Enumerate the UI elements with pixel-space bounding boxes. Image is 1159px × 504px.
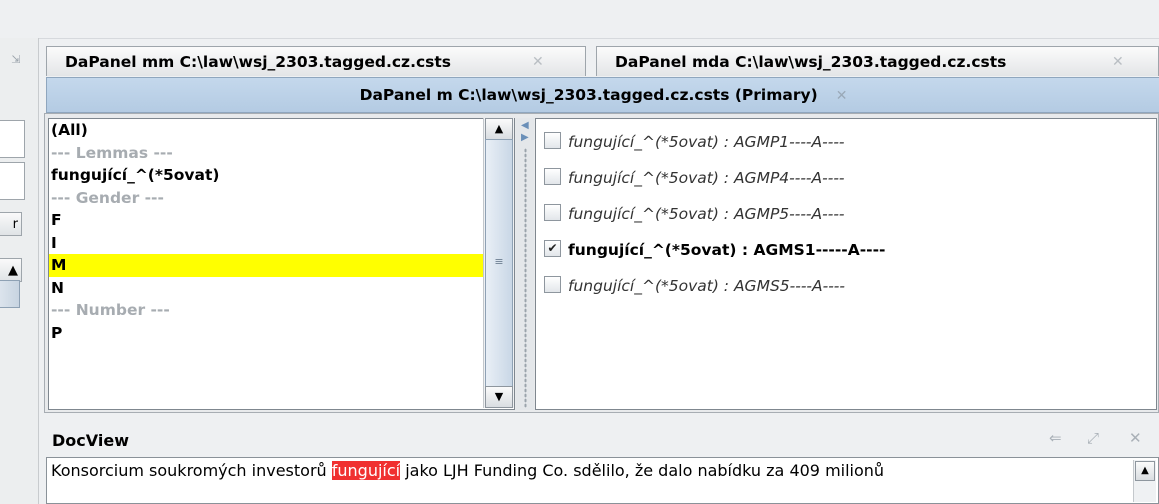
docview-title: DocView [52,431,129,450]
left-scroll-up-button[interactable]: ▲ [0,258,22,282]
tag-option-label: fungující_^(*5ovat) : AGMS5----A---- [568,277,845,295]
pin-icon[interactable]: ⇐ [1049,429,1062,447]
close-icon[interactable]: ✕ [836,88,848,104]
top-toolbar [0,0,1159,39]
left-scroll-thumb[interactable] [0,280,20,308]
dapanel-content: (All) --- Lemmas --- fungující_^(*5ovat)… [44,113,1159,413]
restore-icon[interactable]: ⇲ [8,52,24,68]
left-text-field-2[interactable] [0,162,25,200]
scroll-up-button[interactable]: ▲ [1135,461,1155,481]
list-item[interactable]: (All) [49,119,514,142]
list-item[interactable]: P [49,322,514,345]
tag-option-checked[interactable]: ✔ fungující_^(*5ovat) : AGMS1-----A---- [544,237,885,263]
docview-toolbar: ⇐ ⤢ ✕ [1039,429,1159,453]
docview-text: Konsorcium soukromých investorů fungujíc… [51,461,884,480]
tab-label: DaPanel m C:\law\wsj_2303.tagged.cz.csts… [359,86,818,104]
checkbox[interactable] [544,132,561,149]
scroll-thumb[interactable]: ≡ [485,139,513,387]
list-item[interactable]: fungující_^(*5ovat) [49,164,514,187]
list-item-selected[interactable]: M [49,254,514,277]
left-text-field[interactable] [0,120,25,158]
tab-dapanel-mda[interactable]: DaPanel mda C:\law\wsj_2303.tagged.cz.cs… [596,46,1159,76]
docview-scrollbar[interactable]: ▲ [1133,460,1156,502]
tag-option[interactable]: fungující_^(*5ovat) : AGMP5----A---- [544,201,845,227]
tag-option-label: fungující_^(*5ovat) : AGMP1----A---- [568,133,845,151]
scroll-down-button[interactable]: ▼ [485,386,513,408]
text-after: jako LJH Funding Co. sdělilo, že dalo na… [400,461,885,480]
close-icon[interactable]: ✕ [532,47,544,76]
close-icon[interactable]: ✕ [1129,429,1142,447]
tab-dapanel-m-primary[interactable]: DaPanel m C:\law\wsj_2303.tagged.cz.csts… [46,77,1159,113]
tag-checkbox-list: fungující_^(*5ovat) : AGMP1----A---- fun… [535,118,1157,410]
divider-grip [524,148,527,408]
tag-option-label: fungující_^(*5ovat) : AGMP5----A---- [568,205,845,223]
tag-option-label: fungující_^(*5ovat) : AGMS1-----A---- [568,241,886,259]
collapse-left-icon[interactable]: ◀ [521,120,529,131]
tab-label: DaPanel mda C:\law\wsj_2303.tagged.cz.cs… [615,53,1007,71]
list-item[interactable]: I [49,232,514,255]
left-side-panel: ⇲ r ▲ [0,38,39,504]
list-header: --- Number --- [51,301,170,319]
checkbox[interactable] [544,276,561,293]
panel-tabs: DaPanel mm C:\law\wsj_2303.tagged.cz.cst… [44,38,1159,120]
grip-icon: ≡ [494,255,504,268]
expand-right-icon[interactable]: ▶ [521,132,529,143]
split-pane-divider[interactable]: ◀ ▶ [516,118,534,410]
tab-dapanel-mm[interactable]: DaPanel mm C:\law\wsj_2303.tagged.cz.cst… [46,46,586,76]
checkbox[interactable] [544,204,561,221]
docview-text-area[interactable]: Konsorcium soukromých investorů fungujíc… [46,457,1159,504]
text-before: Konsorcium soukromých investorů [51,461,332,480]
filter-list[interactable]: (All) --- Lemmas --- fungující_^(*5ovat)… [48,118,515,410]
list-item[interactable]: F [49,209,514,232]
left-dropdown-button[interactable]: r [0,212,22,236]
highlighted-word[interactable]: fungující [331,461,401,480]
checkbox[interactable] [544,168,561,185]
checkbox-checked[interactable]: ✔ [544,240,561,257]
close-icon[interactable]: ✕ [1112,47,1124,76]
docview-panel: DocView ⇐ ⤢ ✕ Konsorcium soukromých inve… [44,425,1159,504]
tab-label: DaPanel mm C:\law\wsj_2303.tagged.cz.cst… [65,53,452,71]
maximize-icon[interactable]: ⤢ [1087,429,1099,447]
tag-option[interactable]: fungující_^(*5ovat) : AGMP4----A---- [544,165,845,191]
tag-option-label: fungující_^(*5ovat) : AGMP4----A---- [568,169,845,187]
list-header: --- Lemmas --- [51,143,173,162]
filter-list-scrollbar[interactable]: ▲ ≡ ▼ [483,118,514,408]
scroll-up-button[interactable]: ▲ [485,118,513,140]
list-header: --- Gender --- [51,188,164,207]
tag-option[interactable]: fungující_^(*5ovat) : AGMS5----A---- [544,273,845,299]
tag-option[interactable]: fungující_^(*5ovat) : AGMP1----A---- [544,129,845,155]
list-item[interactable]: N [49,277,514,300]
